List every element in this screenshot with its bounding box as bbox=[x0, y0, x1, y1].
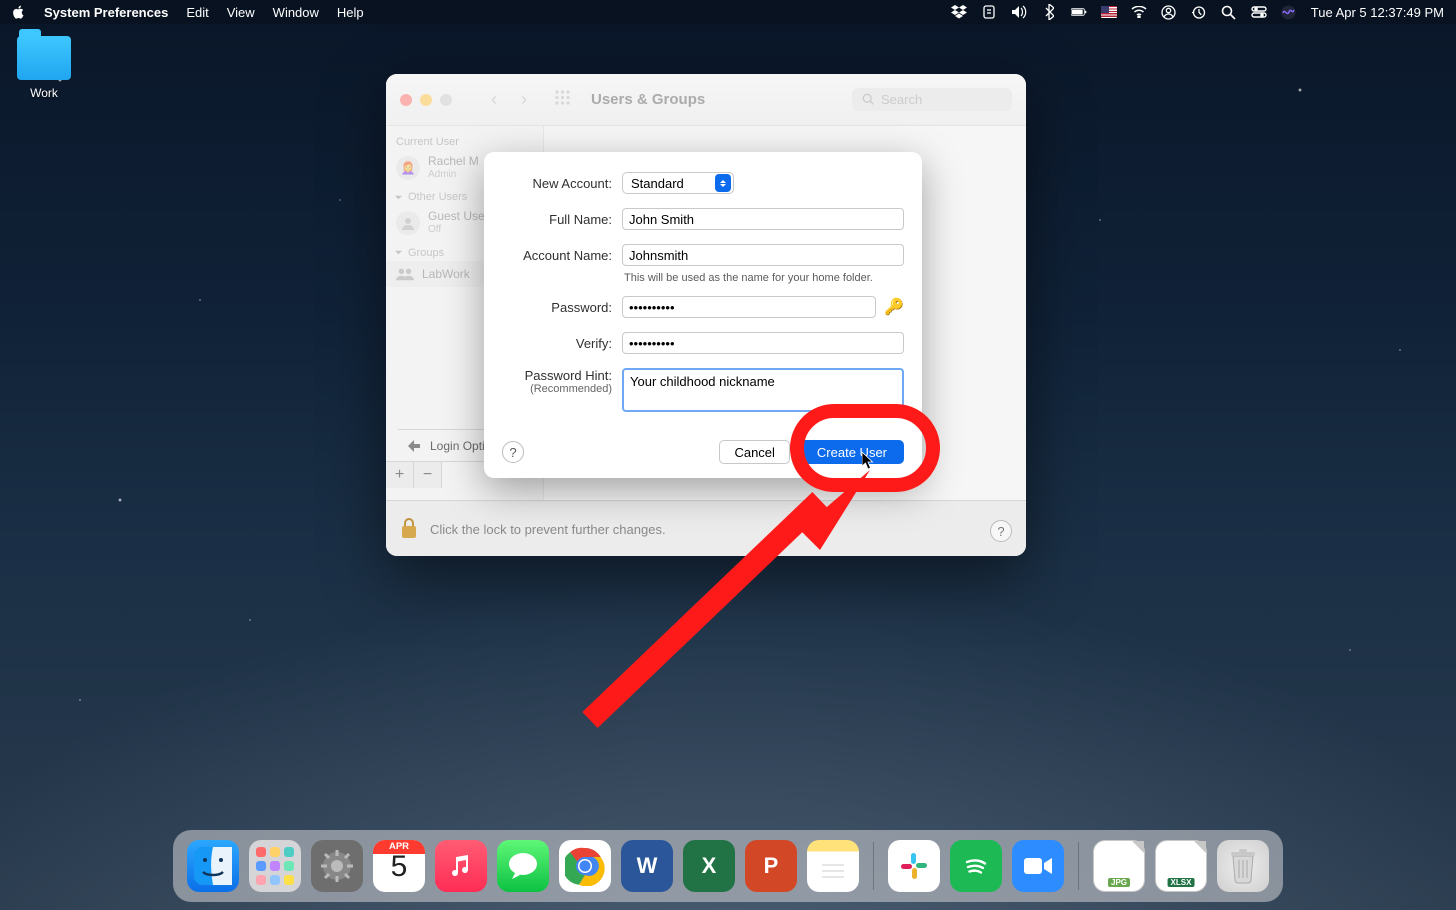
label-password-hint: Password Hint: (Recommended) bbox=[502, 368, 622, 395]
dock-app-system-preferences[interactable] bbox=[311, 840, 363, 892]
lock-hint-text: Click the lock to prevent further change… bbox=[430, 522, 666, 537]
account-type-select[interactable]: Standard bbox=[622, 172, 734, 194]
cancel-button[interactable]: Cancel bbox=[719, 440, 789, 464]
menu-help[interactable]: Help bbox=[337, 5, 364, 20]
menu-edit[interactable]: Edit bbox=[186, 5, 208, 20]
avatar-icon bbox=[396, 211, 420, 235]
label-full-name: Full Name: bbox=[502, 212, 622, 227]
help-button[interactable]: ? bbox=[990, 520, 1012, 542]
password-field[interactable] bbox=[622, 296, 876, 318]
spotlight-icon[interactable] bbox=[1221, 4, 1237, 20]
menu-view[interactable]: View bbox=[227, 5, 255, 20]
add-user-button[interactable]: + bbox=[386, 462, 414, 488]
window-footer: Login Options + − Click the lock to prev… bbox=[386, 500, 1026, 556]
account-type-value: Standard bbox=[631, 176, 684, 191]
preferences-search[interactable]: Search bbox=[852, 88, 1012, 111]
siri-icon[interactable] bbox=[1281, 4, 1297, 20]
dock-recent-file-xlsx[interactable]: XLSX bbox=[1155, 840, 1207, 892]
label-password: Password: bbox=[502, 300, 622, 315]
window-traffic-lights bbox=[400, 94, 452, 106]
guest-user-name: Guest User bbox=[428, 210, 489, 224]
dock-app-notes[interactable] bbox=[807, 840, 859, 892]
dock-trash[interactable] bbox=[1217, 840, 1269, 892]
control-center-icon[interactable] bbox=[1251, 4, 1267, 20]
search-placeholder: Search bbox=[881, 92, 922, 107]
menu-window[interactable]: Window bbox=[273, 5, 319, 20]
verify-field[interactable] bbox=[622, 332, 904, 354]
dock-app-chrome[interactable] bbox=[559, 840, 611, 892]
wifi-icon[interactable] bbox=[1131, 4, 1147, 20]
group-name: LabWork bbox=[422, 267, 470, 281]
dock-app-word[interactable]: W bbox=[621, 840, 673, 892]
forward-button[interactable]: › bbox=[510, 88, 538, 112]
remove-user-button[interactable]: − bbox=[414, 462, 442, 488]
sidebar-header-current-user: Current User bbox=[386, 132, 543, 150]
battery-widget-icon[interactable] bbox=[981, 4, 997, 20]
dock-recent-file-jpg[interactable]: JPG bbox=[1093, 840, 1145, 892]
window-title: Users & Groups bbox=[591, 91, 705, 108]
guest-user-status: Off bbox=[428, 224, 489, 236]
show-all-icon[interactable] bbox=[554, 89, 571, 110]
dock: APR5 W X P JPG XLSX bbox=[173, 830, 1283, 902]
dock-app-music[interactable] bbox=[435, 840, 487, 892]
select-stepper-icon bbox=[715, 174, 731, 192]
dock-app-slack[interactable] bbox=[888, 840, 940, 892]
window-titlebar: ‹ › Users & Groups Search bbox=[386, 74, 1026, 126]
window-zoom-icon[interactable] bbox=[440, 94, 452, 106]
desktop-folder-label: Work bbox=[14, 86, 74, 100]
user-icon[interactable] bbox=[1161, 4, 1177, 20]
dock-app-powerpoint[interactable]: P bbox=[745, 840, 797, 892]
label-new-account: New Account: bbox=[502, 176, 622, 191]
window-close-icon[interactable] bbox=[400, 94, 412, 106]
sheet-help-button[interactable]: ? bbox=[502, 441, 524, 463]
label-verify: Verify: bbox=[502, 336, 622, 351]
dropbox-icon[interactable] bbox=[951, 4, 967, 20]
lock-icon[interactable] bbox=[400, 517, 418, 542]
bluetooth-icon[interactable] bbox=[1041, 4, 1057, 20]
window-minimize-icon[interactable] bbox=[420, 94, 432, 106]
label-account-name: Account Name: bbox=[502, 248, 622, 263]
timemachine-icon[interactable] bbox=[1191, 4, 1207, 20]
dock-app-calendar[interactable]: APR5 bbox=[373, 840, 425, 892]
create-user-button[interactable]: Create User bbox=[800, 440, 904, 464]
dock-app-finder[interactable] bbox=[187, 840, 239, 892]
password-hint-field[interactable] bbox=[622, 368, 904, 412]
dock-app-launchpad[interactable] bbox=[249, 840, 301, 892]
new-user-sheet: New Account: Standard Full Name: Account… bbox=[484, 152, 922, 478]
volume-icon[interactable] bbox=[1011, 4, 1027, 20]
full-name-field[interactable] bbox=[622, 208, 904, 230]
dock-app-excel[interactable]: X bbox=[683, 840, 735, 892]
password-key-icon[interactable]: 🔑 bbox=[884, 297, 904, 317]
menu-bar: System Preferences Edit View Window Help… bbox=[0, 0, 1456, 24]
current-user-role: Admin bbox=[428, 169, 479, 181]
dock-app-zoom[interactable] bbox=[1012, 840, 1064, 892]
current-user-name: Rachel M bbox=[428, 155, 479, 169]
desktop-folder-work[interactable]: Work bbox=[14, 36, 74, 100]
avatar-icon: 👩‍🦰 bbox=[396, 156, 420, 180]
dock-separator bbox=[873, 842, 874, 890]
account-name-field[interactable] bbox=[622, 244, 904, 266]
dock-separator bbox=[1078, 842, 1079, 890]
menubar-clock[interactable]: Tue Apr 5 12:37:49 PM bbox=[1311, 5, 1444, 20]
app-name[interactable]: System Preferences bbox=[44, 5, 168, 20]
apple-menu-icon[interactable] bbox=[12, 5, 26, 19]
battery-icon[interactable] bbox=[1071, 4, 1087, 20]
keyboard-flag-icon[interactable] bbox=[1101, 4, 1117, 20]
back-button[interactable]: ‹ bbox=[480, 88, 508, 112]
dock-app-messages[interactable] bbox=[497, 840, 549, 892]
folder-icon bbox=[17, 36, 71, 80]
account-name-note: This will be used as the name for your h… bbox=[622, 272, 904, 284]
dock-app-spotify[interactable] bbox=[950, 840, 1002, 892]
